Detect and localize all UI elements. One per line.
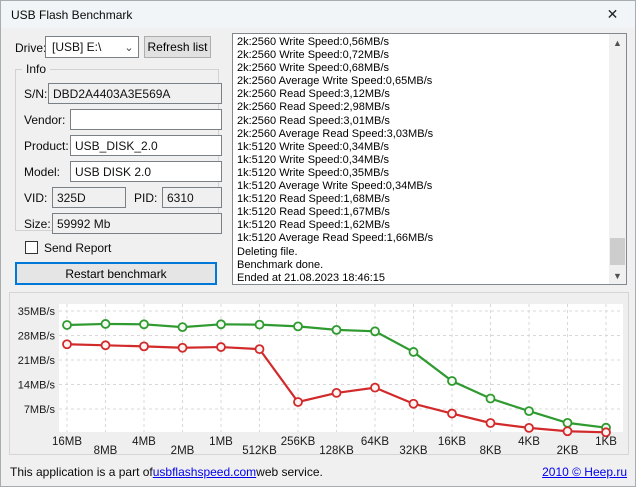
sn-field[interactable]: DBD2A4403A3E569A (48, 83, 222, 104)
svg-text:28MB/s: 28MB/s (18, 331, 56, 343)
model-label: Model: (24, 165, 61, 179)
svg-text:7MB/s: 7MB/s (24, 404, 56, 416)
svg-text:35MB/s: 35MB/s (18, 306, 56, 318)
size-field[interactable]: 59992 Mb (52, 213, 222, 234)
svg-text:4MB: 4MB (132, 436, 156, 448)
svg-text:4KB: 4KB (518, 436, 540, 448)
product-label: Product: (24, 139, 69, 153)
svg-text:128KB: 128KB (319, 445, 354, 454)
drive-label: Drive: (15, 41, 47, 55)
status-text-suffix: web service. (256, 465, 323, 479)
vid-field[interactable]: 325D (52, 187, 126, 208)
app-window: USB Flash Benchmark ✕ Drive: [USB] E:\ ⌄… (0, 0, 636, 487)
statusbar: This application is a part of usbflashsp… (10, 463, 627, 481)
log-line: 1k:5120 Write Speed:0,35MB/s (237, 166, 390, 179)
status-text-prefix: This application is a part of (10, 465, 153, 479)
log-line: 2k:2560 Read Speed:2,98MB/s (237, 101, 390, 114)
chevron-down-icon: ⌄ (124, 41, 134, 54)
heep-link[interactable]: 2010 © Heep.ru (542, 465, 627, 479)
svg-text:64KB: 64KB (361, 436, 389, 448)
svg-text:8KB: 8KB (480, 445, 502, 454)
send-report-label: Send Report (44, 241, 112, 255)
svg-text:1MB: 1MB (209, 436, 233, 448)
svg-text:256KB: 256KB (281, 436, 316, 448)
drive-select-value: [USB] E:\ (52, 40, 102, 54)
size-label: Size: (24, 217, 51, 231)
info-group: Info S/N: DBD2A4403A3E569A Vendor: Produ… (15, 62, 222, 234)
log-line: 2k:2560 Read Speed:3,01MB/s (237, 114, 390, 127)
benchmark-chart: 35MB/s 28MB/s 21MB/s 14MB/s 7MB/s 16MB 8MB 4MB 2… (18, 304, 623, 454)
svg-text:16KB: 16KB (438, 436, 466, 448)
log-line: 2k:2560 Average Read Speed:3,03MB/s (237, 127, 434, 140)
log-line: 1k:5120 Average Write Speed:0,34MB/s (237, 180, 433, 193)
svg-text:32KB: 32KB (399, 445, 427, 454)
scrollbar-thumb[interactable] (610, 238, 625, 265)
svg-text:1KB: 1KB (595, 436, 617, 448)
svg-text:16MB: 16MB (52, 436, 82, 448)
speed-chart-panel: 35MB/s 28MB/s 21MB/s 14MB/s 7MB/s 16MB 8MB 4MB 2… (9, 292, 629, 455)
svg-text:2KB: 2KB (557, 445, 579, 454)
svg-text:2MB: 2MB (171, 445, 195, 454)
svg-text:14MB/s: 14MB/s (18, 380, 56, 392)
vid-label: VID: (24, 191, 48, 205)
log-line: 2k:2560 Write Speed:0,68MB/s (237, 62, 390, 75)
pid-label: PID: (134, 191, 158, 205)
info-group-label: Info (22, 62, 51, 76)
log-line: 1k:5120 Read Speed:1,62MB/s (237, 219, 390, 232)
titlebar: USB Flash Benchmark ✕ (1, 1, 635, 28)
log-line: 1k:5120 Average Read Speed:1,66MB/s (237, 232, 434, 245)
usbflashspeed-link[interactable]: usbflashspeed.com (153, 465, 256, 479)
benchmark-log[interactable]: 2k:2560 Write Speed:0,56MB/s 2k:2560 Writ… (232, 33, 627, 285)
log-line: 2k:2560 Average Write Speed:0,65MB/s (237, 75, 433, 88)
log-line: Benchmark done. (237, 258, 324, 271)
log-line: 1k:5120 Write Speed:0,34MB/s (237, 140, 390, 153)
scroll-up-icon[interactable]: ▲ (609, 34, 626, 51)
log-line: 2k:2560 Write Speed:0,56MB/s (237, 36, 390, 48)
log-line: 1k:5120 Read Speed:1,67MB/s (237, 206, 390, 219)
send-report-checkbox[interactable] (25, 241, 38, 254)
scroll-down-icon[interactable]: ▼ (609, 267, 626, 284)
product-field[interactable]: USB_DISK_2.0 (70, 135, 222, 156)
pid-field[interactable]: 6310 (162, 187, 222, 208)
log-line: 1k:5120 Write Speed:0,34MB/s (237, 153, 390, 166)
log-line: Ended at 21.08.2023 18:46:15 (237, 271, 386, 284)
vendor-label: Vendor: (24, 113, 66, 127)
model-field[interactable]: USB DISK 2.0 (70, 161, 222, 182)
svg-text:512KB: 512KB (242, 445, 277, 454)
log-lines: 2k:2560 Write Speed:0,56MB/s 2k:2560 Writ… (237, 36, 606, 284)
log-line: 1k:5120 Read Speed:1,68MB/s (237, 193, 390, 206)
close-icon[interactable]: ✕ (590, 1, 635, 28)
svg-text:21MB/s: 21MB/s (18, 355, 56, 367)
vendor-field[interactable] (70, 109, 222, 130)
svg-text:8MB: 8MB (94, 445, 118, 454)
restart-benchmark-button[interactable]: Restart benchmark (15, 262, 217, 285)
log-line: Deleting file. (237, 245, 298, 258)
window-title: USB Flash Benchmark (11, 8, 133, 22)
refresh-list-button[interactable]: Refresh list (144, 36, 211, 58)
log-line: 2k:2560 Write Speed:0,72MB/s (237, 49, 390, 62)
sn-label: S/N: (24, 87, 48, 101)
log-line: 2k:2560 Read Speed:3,12MB/s (237, 88, 390, 101)
drive-select[interactable]: [USB] E:\ ⌄ (45, 36, 139, 58)
log-scrollbar[interactable]: ▲ ▼ (609, 34, 626, 284)
